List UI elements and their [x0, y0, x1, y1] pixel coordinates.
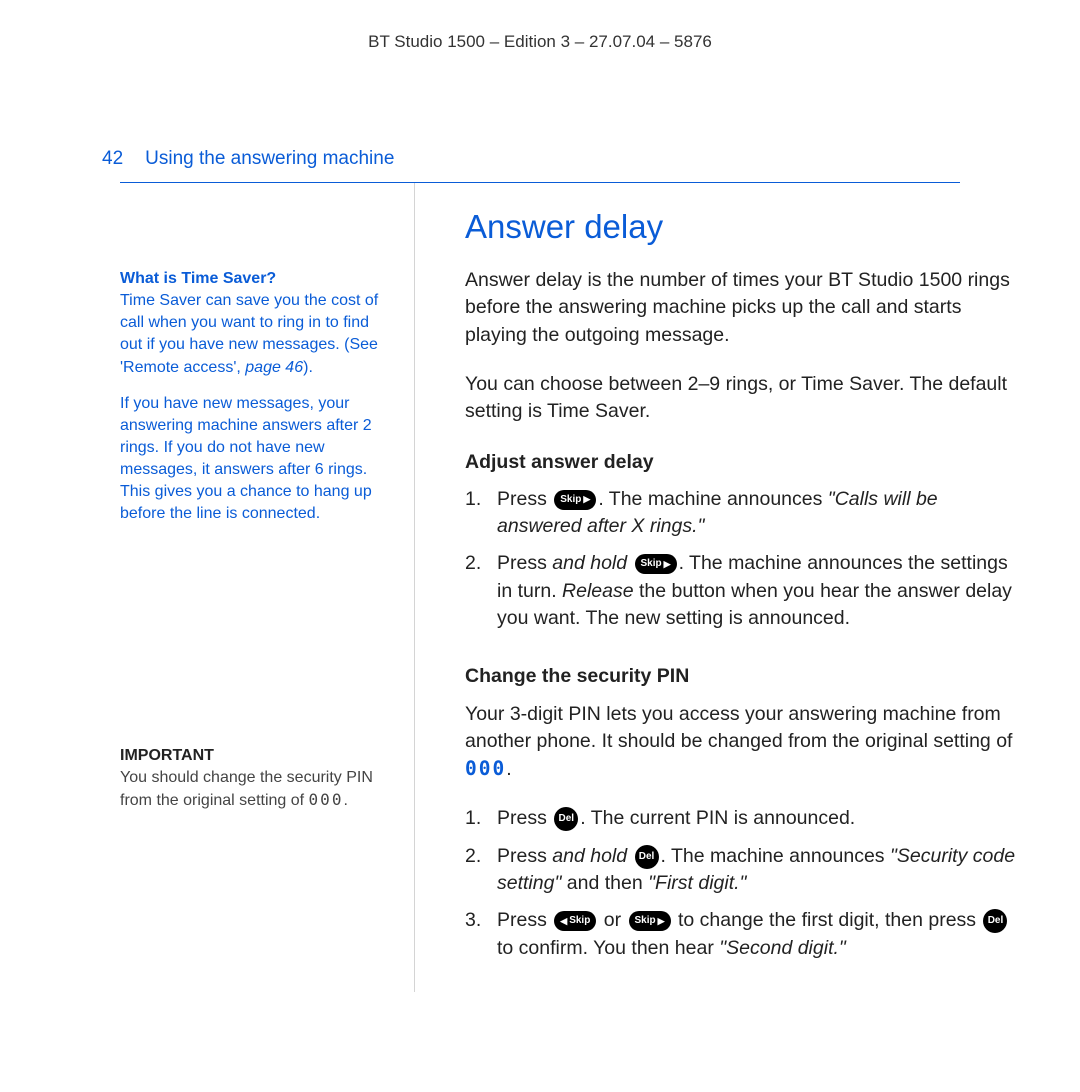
timesaver-p1: Time Saver can save you the cost of call… — [120, 290, 384, 378]
text: . The machine announces — [661, 845, 890, 867]
text — [627, 845, 632, 867]
timesaver-p2: If you have new messages, your answering… — [120, 393, 384, 525]
text: . The machine announces — [598, 488, 827, 510]
pin-code: 000 — [309, 790, 344, 809]
page-title: Answer delay — [465, 203, 1020, 251]
text: Your 3-digit PIN lets you access your an… — [465, 703, 1012, 752]
text-italic: and hold — [552, 552, 627, 574]
pin-step-3: Press ◀Skip or Skip▶ to change the first… — [465, 907, 1020, 962]
section-title: Using the answering machine — [145, 145, 394, 173]
announcement: "First digit." — [648, 872, 746, 894]
pin-code: 000 — [465, 757, 506, 780]
pin-step-1: Press Del. The current PIN is announced. — [465, 805, 1020, 832]
text: or — [598, 909, 626, 931]
text-italic: and hold — [552, 845, 627, 867]
text: to confirm. You then hear — [497, 937, 719, 959]
text-italic: Release — [562, 580, 634, 602]
pin-intro: Your 3-digit PIN lets you access your an… — [465, 701, 1020, 784]
intro-paragraph-1: Answer delay is the number of times your… — [465, 267, 1020, 349]
del-button-icon: Del — [983, 909, 1007, 933]
pin-heading: Change the security PIN — [465, 662, 1020, 690]
announcement: "Second digit." — [719, 937, 846, 959]
important-text: You should change the security PIN from … — [120, 767, 384, 812]
page-header: 42 Using the answering machine — [60, 145, 1020, 173]
important-note: IMPORTANT You should change the security… — [120, 745, 384, 812]
important-heading: IMPORTANT — [120, 745, 384, 767]
timesaver-note: What is Time Saver? Time Saver can save … — [120, 268, 384, 525]
text: ). — [303, 359, 313, 376]
text: Press — [497, 845, 552, 867]
text: Press — [497, 488, 552, 510]
skip-back-button-icon: ◀Skip — [554, 911, 596, 931]
del-button-icon: Del — [635, 845, 659, 869]
adjust-steps: Press Skip▶. The machine announces "Call… — [465, 486, 1020, 632]
text: to change the first digit, then press — [673, 909, 982, 931]
margin-notes: What is Time Saver? Time Saver can save … — [120, 183, 415, 992]
text: . — [506, 758, 511, 780]
text: . The current PIN is announced. — [580, 807, 855, 829]
skip-forward-button-icon: Skip▶ — [629, 911, 671, 931]
text: Press — [497, 552, 552, 574]
content-columns: What is Time Saver? Time Saver can save … — [60, 183, 1020, 992]
btn-label: Skip — [560, 495, 581, 505]
document-meta: BT Studio 1500 – Edition 3 – 27.07.04 – … — [60, 30, 1020, 55]
skip-forward-button-icon: Skip▶ — [635, 554, 677, 574]
del-button-icon: Del — [554, 807, 578, 831]
adjust-step-1: Press Skip▶. The machine announces "Call… — [465, 486, 1020, 541]
page-ref: page 46 — [245, 359, 303, 376]
pin-steps: Press Del. The current PIN is announced.… — [465, 805, 1020, 961]
text: Press — [497, 807, 552, 829]
btn-label: Skip — [641, 559, 662, 569]
text: . — [343, 792, 347, 809]
btn-label: Skip — [569, 916, 590, 926]
adjust-step-2: Press and hold Skip▶. The machine announ… — [465, 550, 1020, 632]
text — [627, 552, 632, 574]
main-content: Answer delay Answer delay is the number … — [415, 183, 1020, 992]
pin-step-2: Press and hold Del. The machine announce… — [465, 843, 1020, 898]
text: Press — [497, 909, 552, 931]
adjust-heading: Adjust answer delay — [465, 448, 1020, 476]
page-number: 42 — [102, 145, 123, 173]
intro-paragraph-2: You can choose between 2–9 rings, or Tim… — [465, 371, 1020, 426]
btn-label: Skip — [635, 916, 656, 926]
manual-page: BT Studio 1500 – Edition 3 – 27.07.04 – … — [0, 0, 1080, 1032]
timesaver-heading: What is Time Saver? — [120, 268, 384, 290]
skip-forward-button-icon: Skip▶ — [554, 490, 596, 510]
text: and then — [561, 872, 648, 894]
